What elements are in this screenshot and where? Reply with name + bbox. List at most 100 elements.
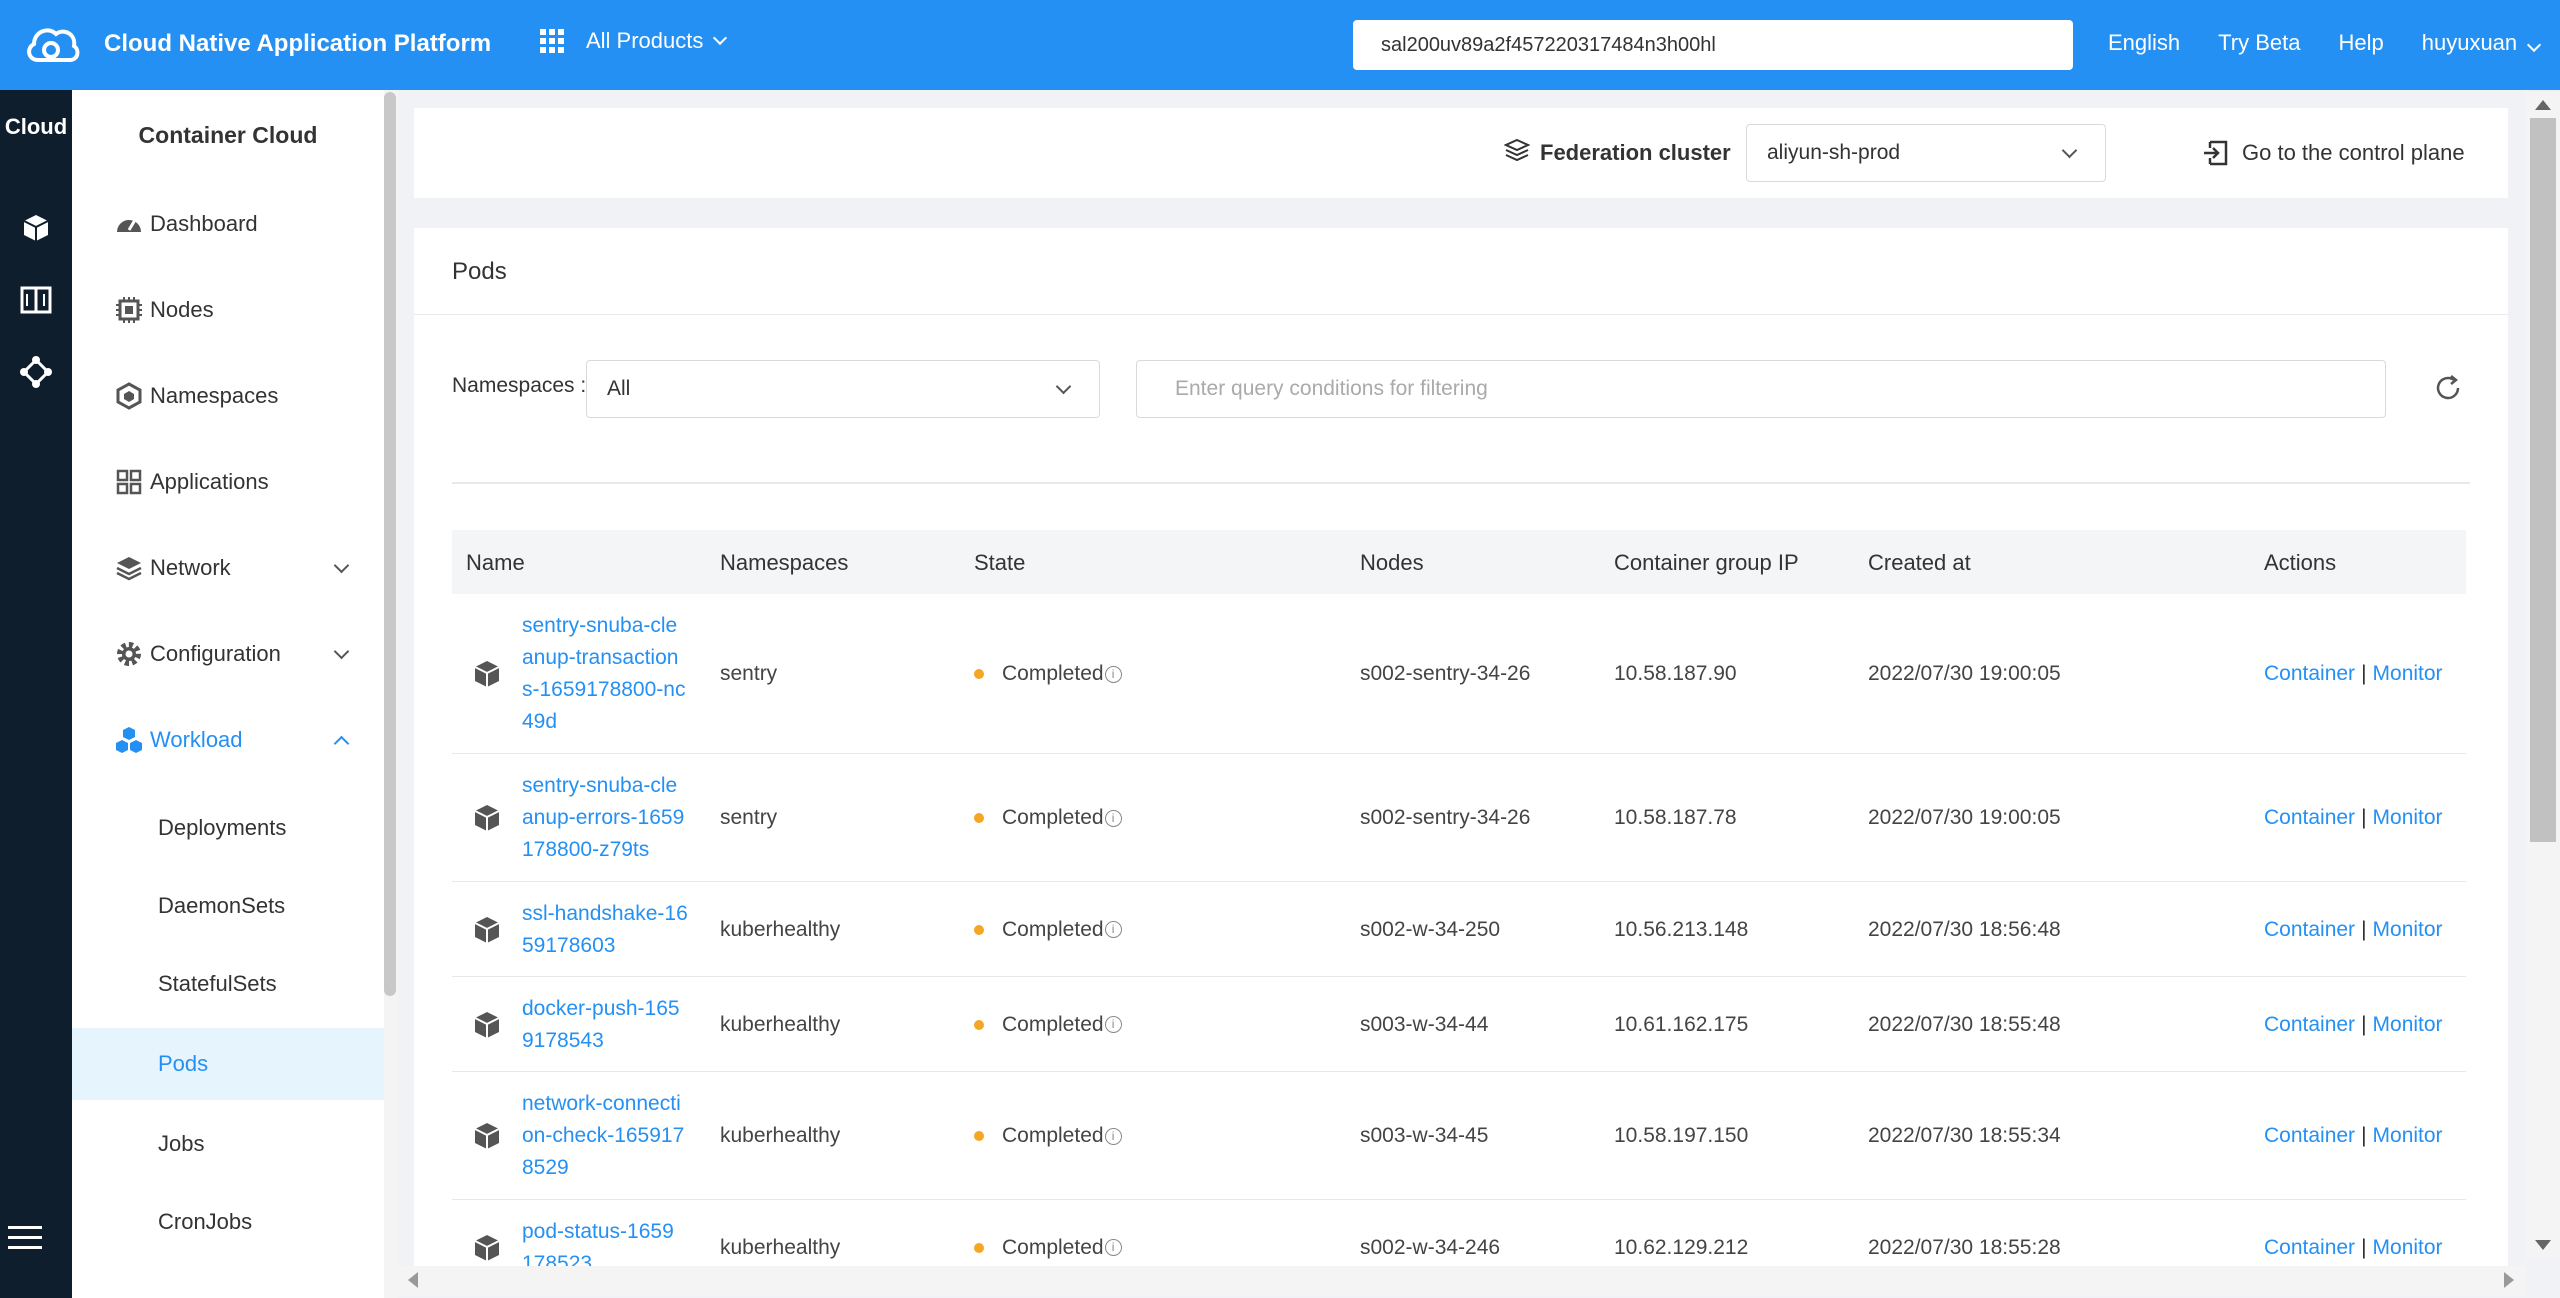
cubes-icon <box>114 725 144 755</box>
all-products-menu[interactable]: All Products <box>540 28 728 54</box>
container-action-link[interactable]: Container <box>2264 1236 2355 1259</box>
pod-state-label: Completed <box>1002 917 1104 941</box>
refresh-icon[interactable] <box>2432 372 2464 404</box>
container-action-link[interactable]: Container <box>2264 806 2355 829</box>
pod-cube-icon <box>474 661 500 687</box>
column-header-name[interactable]: Name <box>466 550 525 576</box>
user-menu[interactable]: huyuxuan <box>2421 30 2542 56</box>
monitor-action-link[interactable]: Monitor <box>2373 1124 2443 1147</box>
all-products-label: All Products <box>586 28 704 53</box>
sidebar-subitem-cronjobs[interactable]: CronJobs <box>72 1186 384 1258</box>
column-header-nodes[interactable]: Nodes <box>1360 550 1424 576</box>
sidebar-item-configuration[interactable]: Configuration <box>72 618 384 690</box>
status-dot-icon <box>974 669 984 680</box>
cube-icon[interactable] <box>14 208 58 248</box>
monitor-action-link[interactable]: Monitor <box>2373 806 2443 829</box>
main-scrollbar-thumb[interactable] <box>2530 118 2556 842</box>
pod-name-link[interactable]: pod-status-1659 178523 <box>522 1216 692 1269</box>
sidebar-scrollbar-thumb[interactable] <box>384 92 396 996</box>
sidebar-item-network[interactable]: Network <box>72 532 384 604</box>
pod-ip: 10.56.213.148 <box>1614 917 1749 941</box>
pod-namespace: kuberhealthy <box>720 917 841 941</box>
sidebar-item-namespaces[interactable]: Namespaces <box>72 360 384 432</box>
columns-icon[interactable] <box>14 280 58 320</box>
cluster-nodes-icon[interactable] <box>14 352 58 392</box>
username: huyuxuan <box>2421 30 2518 55</box>
info-icon[interactable]: i <box>1104 921 1122 939</box>
monitor-action-link[interactable]: Monitor <box>2373 1013 2443 1036</box>
sidebar-item-nodes[interactable]: Nodes <box>72 274 384 346</box>
sidebar-subitem-statefulsets[interactable]: StatefulSets <box>72 948 384 1020</box>
pod-state: Completed i <box>974 1236 1122 1260</box>
sidebar: Container Cloud Dashboard Nodes Namespac… <box>72 90 384 1298</box>
page-title: Pods <box>452 258 507 285</box>
column-header-ip[interactable]: Container group IP <box>1614 550 1799 576</box>
language-link[interactable]: English <box>2108 30 2180 56</box>
info-icon[interactable]: i <box>1104 1127 1122 1145</box>
sidebar-item-label: Workload <box>150 727 243 752</box>
pod-name-link[interactable]: docker-push-165 9178543 <box>522 993 692 1057</box>
horizontal-scrollbar-track[interactable] <box>398 1266 2526 1296</box>
info-icon[interactable]: i <box>1104 665 1122 683</box>
pod-created-at: 2022/07/30 19:00:05 <box>1868 806 2061 829</box>
pod-state-label: Completed <box>1002 1012 1104 1036</box>
status-dot-icon <box>974 1019 984 1030</box>
apps-grid-icon <box>114 467 144 497</box>
sidebar-item-dashboard[interactable]: Dashboard <box>72 188 384 260</box>
layers-icon <box>114 553 144 583</box>
pod-node: s002-w-34-250 <box>1360 917 1501 941</box>
container-action-link[interactable]: Container <box>2264 1124 2355 1147</box>
pod-state-label: Completed <box>1002 1235 1104 1259</box>
monitor-action-link[interactable]: Monitor <box>2373 918 2443 941</box>
column-header-state[interactable]: State <box>974 550 1025 576</box>
scroll-right-icon[interactable] <box>2504 1272 2514 1288</box>
namespaces-select[interactable]: All <box>586 360 1100 418</box>
global-search-input[interactable] <box>1353 20 2073 70</box>
pod-cube-icon <box>474 1123 500 1149</box>
info-icon[interactable]: i <box>1104 809 1122 827</box>
pod-name-link[interactable]: sentry-snuba-cle anup-errors-1659 178800-z… <box>522 770 692 866</box>
monitor-action-link[interactable]: Monitor <box>2373 662 2443 685</box>
column-header-namespaces[interactable]: Namespaces <box>720 550 848 576</box>
container-action-link[interactable]: Container <box>2264 662 2355 685</box>
chevron-down-icon <box>2061 142 2078 159</box>
column-header-created[interactable]: Created at <box>1868 550 1971 576</box>
divider <box>452 482 2470 484</box>
info-icon[interactable]: i <box>1104 1016 1122 1034</box>
pod-created-at: 2022/07/30 18:55:48 <box>1868 1012 2061 1036</box>
scroll-down-icon[interactable] <box>2535 1240 2551 1250</box>
container-action-link[interactable]: Container <box>2264 918 2355 941</box>
pod-node: s003-w-34-44 <box>1360 1012 1489 1036</box>
pod-name-link[interactable]: network-connecti on-check-165917 8529 <box>522 1088 692 1184</box>
sidebar-subitem-pods[interactable]: Pods <box>72 1028 384 1100</box>
scroll-left-icon[interactable] <box>408 1272 418 1288</box>
help-link[interactable]: Help <box>2338 30 2383 56</box>
pod-namespace: kuberhealthy <box>720 1235 841 1259</box>
action-separator: | <box>2361 917 2367 941</box>
sidebar-item-workload[interactable]: Workload <box>72 704 384 776</box>
pod-name-link[interactable]: sentry-snuba-cle anup-transaction s-165917… <box>522 610 692 738</box>
namespaces-select-value: All <box>607 377 631 400</box>
scroll-up-icon[interactable] <box>2535 100 2551 110</box>
monitor-action-link[interactable]: Monitor <box>2373 1236 2443 1259</box>
chevron-down-icon <box>2527 37 2542 53</box>
pod-cube-icon <box>474 1011 500 1038</box>
cloud-logo-icon[interactable] <box>24 20 80 70</box>
container-action-link[interactable]: Container <box>2264 1013 2355 1036</box>
menu-icon[interactable] <box>8 1226 42 1252</box>
app-title[interactable]: Cloud Native Application Platform <box>104 30 491 58</box>
pod-name-link[interactable]: ssl-handshake-16 59178603 <box>522 898 692 962</box>
pod-actions: Container | Monitor <box>2264 1236 2443 1260</box>
product-rail: Cloud <box>0 90 72 1298</box>
info-icon[interactable]: i <box>1104 1239 1122 1257</box>
sidebar-item-applications[interactable]: Applications <box>72 446 384 518</box>
apps-grid-icon <box>540 29 564 53</box>
sidebar-subitem-daemonsets[interactable]: DaemonSets <box>72 870 384 942</box>
federation-cluster-select[interactable]: aliyun-sh-prod <box>1746 124 2106 182</box>
filter-input[interactable] <box>1136 360 2386 418</box>
sidebar-title: Container Cloud <box>138 122 318 148</box>
sidebar-subitem-jobs[interactable]: Jobs <box>72 1108 384 1180</box>
sidebar-subitem-deployments[interactable]: Deployments <box>72 792 384 864</box>
control-plane-link[interactable]: Go to the control plane <box>2200 138 2465 168</box>
try-beta-link[interactable]: Try Beta <box>2218 30 2300 56</box>
